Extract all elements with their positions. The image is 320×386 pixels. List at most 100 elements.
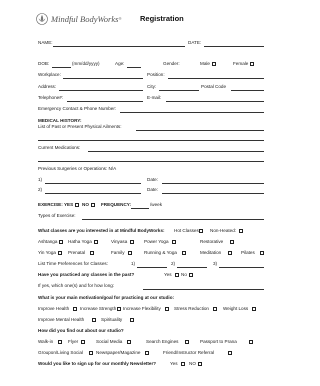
surgery-1-label: 1) (38, 177, 43, 182)
newspaper-label: Newspaper/Magazine (96, 350, 141, 355)
weight-loss-checkbox[interactable] (252, 307, 256, 311)
position-field[interactable] (168, 78, 264, 79)
page-title: Registration (140, 14, 184, 23)
walk-in-checkbox[interactable] (58, 340, 62, 344)
non-heated-label: Non-Heated: (210, 228, 237, 233)
age-label: Age: (115, 61, 125, 66)
weight-loss-label: Weight Loss (223, 306, 249, 311)
ashtanga-checkbox[interactable] (59, 240, 63, 244)
newsletter-no-label: NO (189, 361, 196, 366)
exercise-yes-checkbox[interactable] (75, 203, 79, 207)
gender-label: Gender: (163, 61, 180, 66)
mental-health-checkbox[interactable] (92, 318, 96, 322)
practiced-yes-checkbox[interactable] (175, 273, 179, 277)
ailments-field-2[interactable] (38, 140, 264, 141)
family-checkbox[interactable] (128, 251, 132, 255)
prenatal-label: Prenatal (68, 250, 86, 255)
lotus-icon (36, 13, 48, 25)
walk-in-label: Walk-in (38, 339, 54, 344)
newsletter-no-checkbox[interactable] (198, 362, 202, 366)
address-field[interactable] (59, 90, 143, 91)
social-media-checkbox[interactable] (127, 340, 131, 344)
time-1-label: 1) (131, 261, 136, 266)
classes-question: What classes are you interested in at Mi… (38, 228, 165, 233)
surgery-1-field[interactable] (45, 183, 141, 184)
surgery-2-label: 2) (38, 187, 43, 192)
time-1-field[interactable] (137, 267, 167, 268)
non-heated-checkbox[interactable] (239, 229, 243, 233)
dob-field[interactable] (52, 67, 71, 68)
exercise-no-checkbox[interactable] (91, 203, 95, 207)
search-engines-checkbox[interactable] (185, 340, 189, 344)
running-label: Running & Yoga (144, 250, 177, 255)
improve-health-checkbox[interactable] (73, 307, 77, 311)
friend-referral-label: Friend/Instructor Referral (163, 350, 215, 355)
restorative-label: Restorative (200, 239, 224, 244)
emergency-field[interactable] (120, 112, 264, 113)
mental-health-label: Improve Mental Health (38, 317, 85, 322)
surgery-1-date-field[interactable] (162, 183, 264, 184)
friend-referral-checkbox[interactable] (228, 351, 232, 355)
hot-classes-checkbox[interactable] (199, 229, 203, 233)
time-3-field[interactable] (219, 267, 264, 268)
date-field[interactable] (204, 46, 264, 47)
hot-classes-label: Hot Classes (174, 228, 199, 233)
time-2-field[interactable] (177, 267, 207, 268)
male-label: Male (200, 61, 210, 66)
workplace-field[interactable] (63, 78, 143, 79)
city-field[interactable] (159, 90, 199, 91)
spirituality-label: Spirituality (101, 317, 123, 322)
increase-flexibility-checkbox[interactable] (165, 307, 169, 311)
increase-strength-checkbox[interactable] (117, 307, 121, 311)
pilates-checkbox[interactable] (260, 251, 264, 255)
surgery-2-date-field[interactable] (162, 193, 264, 194)
restorative-checkbox[interactable] (230, 240, 234, 244)
power-checkbox[interactable] (172, 240, 176, 244)
power-label: Power Yoga (144, 239, 169, 244)
week-label: /week (150, 202, 163, 207)
flyer-checkbox[interactable] (81, 340, 85, 344)
age-field[interactable] (127, 67, 141, 68)
date-label: DATE: (188, 40, 202, 45)
email-field[interactable] (166, 101, 264, 102)
stress-reduction-label: Stress Reduction (174, 306, 209, 311)
stress-reduction-checkbox[interactable] (213, 307, 217, 311)
groupon-checkbox[interactable] (89, 351, 93, 355)
medications-field-2[interactable] (38, 161, 264, 162)
ailments-field[interactable] (136, 130, 264, 131)
yin-label: Yin Yoga (38, 250, 56, 255)
medications-field[interactable] (88, 151, 264, 152)
practiced-no-checkbox[interactable] (189, 273, 193, 277)
surgery-1-date-label: Date: (147, 177, 158, 182)
increase-flexibility-label: Increase Flexibility (123, 306, 161, 311)
newspaper-checkbox[interactable] (145, 351, 149, 355)
vinyasa-checkbox[interactable] (130, 240, 134, 244)
passport-checkbox[interactable] (249, 340, 253, 344)
meditation-checkbox[interactable] (228, 251, 232, 255)
surgery-2-date-label: Date: (147, 187, 158, 192)
male-checkbox[interactable] (212, 62, 216, 66)
practiced-followup-field[interactable] (143, 289, 264, 290)
logo: Mindful BodyWorks ® (36, 13, 122, 25)
female-checkbox[interactable] (250, 62, 254, 66)
exercise-types-field[interactable] (82, 219, 264, 220)
medications-label: Current Medications: (38, 145, 81, 150)
postal-field[interactable] (231, 90, 264, 91)
telephone-label: Telephone#: (38, 95, 64, 100)
hatha-checkbox[interactable] (94, 240, 98, 244)
motivation-question: What is your main motivation/goal for pr… (38, 295, 175, 300)
telephone-field[interactable] (67, 101, 143, 102)
time-2-label: 2) (171, 261, 176, 266)
name-field[interactable] (53, 46, 185, 47)
increase-strength-label: Increase Strength (80, 306, 117, 311)
vinyasa-label: Vinyasa (111, 239, 128, 244)
running-checkbox[interactable] (182, 251, 186, 255)
spirituality-checkbox[interactable] (130, 318, 134, 322)
surgery-2-field[interactable] (45, 193, 141, 194)
ashtanga-label: Ashtanga (38, 239, 58, 244)
yin-checkbox[interactable] (58, 251, 62, 255)
frequency-field[interactable] (131, 208, 149, 209)
prenatal-checkbox[interactable] (90, 251, 94, 255)
newsletter-yes-checkbox[interactable] (181, 362, 185, 366)
ailments-label: List of Past or Present Physical Ailment… (38, 124, 122, 129)
